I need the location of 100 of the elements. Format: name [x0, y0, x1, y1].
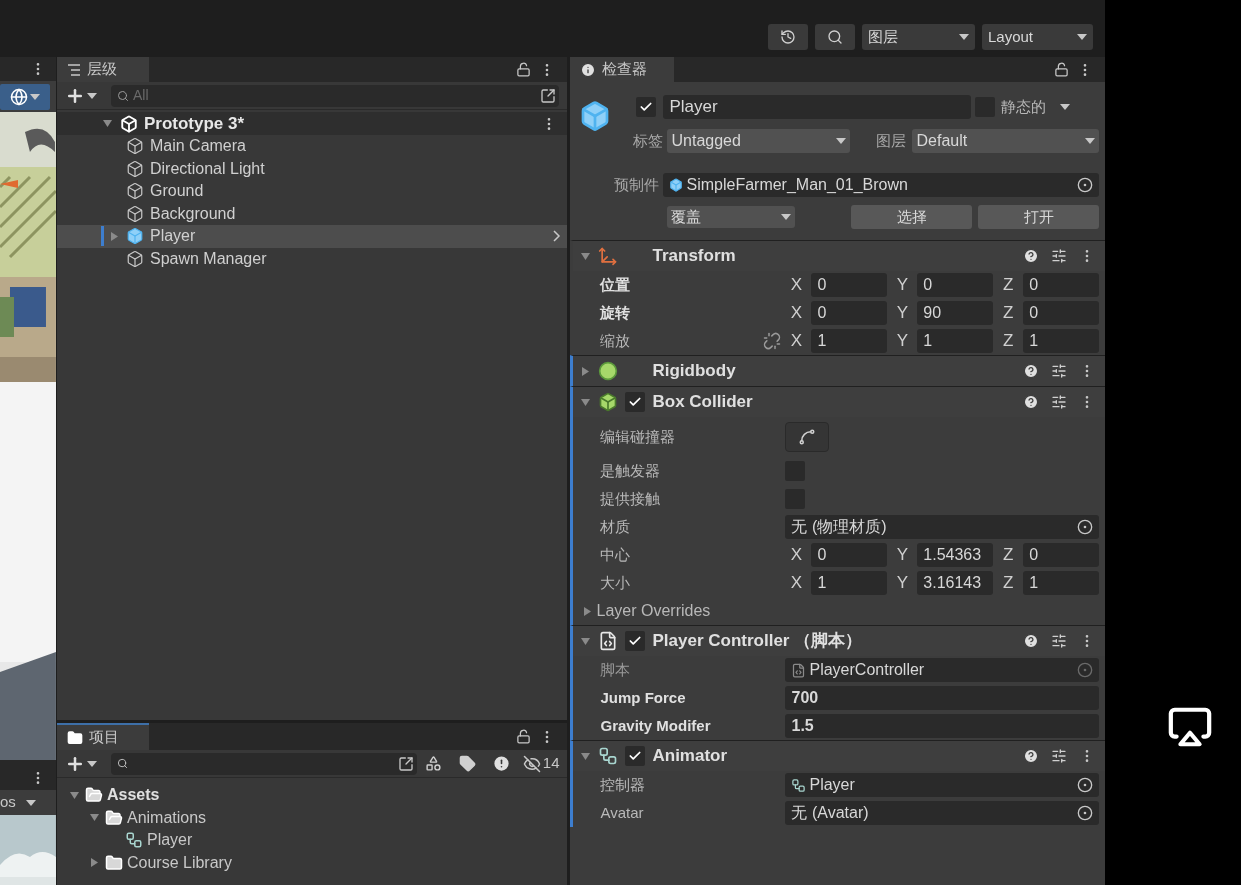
edit-collider-button[interactable]	[785, 422, 830, 452]
project-item[interactable]: Animations	[56, 806, 568, 829]
hierarchy-item[interactable]: Main Camera	[56, 135, 568, 158]
open-folder-icon	[84, 786, 103, 805]
name-field[interactable]: Player	[663, 95, 971, 119]
presets-icon[interactable]	[1051, 394, 1067, 410]
static-dropdown[interactable]: 静态的	[1001, 95, 1099, 119]
property-label: 旋转	[600, 302, 632, 323]
project-item[interactable]: Course Library	[56, 851, 568, 874]
disclosure-triangle-icon[interactable]	[90, 858, 100, 868]
layer-dropdown[interactable]: Default	[912, 129, 1099, 153]
search-button[interactable]	[815, 24, 855, 50]
number-field[interactable]: 0	[1023, 273, 1099, 297]
disclosure-triangle-icon[interactable]	[70, 790, 80, 800]
object-picker-icon[interactable]	[1077, 777, 1093, 793]
component-title[interactable]: Transform	[652, 243, 736, 269]
object-field[interactable]: 无 (Avatar)	[785, 801, 1099, 825]
active-checkbox[interactable]	[636, 97, 657, 117]
hierarchy-item[interactable]: Background	[56, 202, 568, 225]
project-item[interactable]: Assets	[56, 784, 568, 807]
open-button[interactable]: 打开	[978, 205, 1099, 229]
help-icon[interactable]	[1023, 363, 1039, 379]
project-tab[interactable]: 项目	[56, 723, 149, 750]
number-field[interactable]: 1	[811, 329, 888, 353]
lock-icon[interactable]	[516, 729, 532, 744]
overrides-dropdown[interactable]: 覆盖	[667, 206, 796, 228]
object-picker-icon[interactable]	[1077, 519, 1093, 535]
layers-dropdown[interactable]: 图层	[862, 24, 975, 50]
number-field[interactable]: 1.5	[785, 714, 1099, 738]
object-field[interactable]: Player	[785, 773, 1099, 797]
disclosure-triangle-icon[interactable]	[581, 751, 591, 761]
number-field[interactable]: 1	[1023, 571, 1099, 595]
number-field[interactable]: 0	[811, 273, 888, 297]
help-icon[interactable]	[1023, 633, 1039, 649]
hierarchy-item[interactable]: Directional Light	[56, 157, 568, 180]
foldout-label[interactable]: Layer Overrides	[596, 599, 711, 623]
component-title[interactable]: Player Controller （脚本）	[652, 628, 863, 654]
select-button[interactable]: 选择	[851, 205, 973, 229]
disclosure-triangle-icon[interactable]	[90, 813, 100, 823]
hierarchy-item[interactable]: Player	[56, 225, 568, 248]
object-picker-icon[interactable]	[1077, 177, 1093, 193]
axis-label: X	[789, 544, 804, 567]
hierarchy-tab[interactable]: 层级	[56, 57, 149, 82]
number-field[interactable]: 1.54363	[917, 543, 994, 567]
component-title[interactable]: Box Collider	[652, 389, 753, 415]
number-field[interactable]: 3.16143	[917, 571, 994, 595]
history-button[interactable]	[768, 24, 808, 50]
number-field[interactable]: 1	[917, 329, 994, 353]
component-title[interactable]: Rigidbody	[652, 358, 736, 384]
number-field[interactable]: 0	[917, 273, 994, 297]
object-field[interactable]: 无 (物理材质)	[785, 515, 1099, 539]
number-field[interactable]: 0	[1023, 543, 1099, 567]
hidden-packages-button[interactable]: 14	[518, 752, 564, 775]
lock-icon[interactable]	[516, 62, 532, 77]
lock-icon[interactable]	[1054, 62, 1069, 77]
gizmo-button[interactable]	[0, 83, 50, 110]
unlink-icon[interactable]	[763, 332, 782, 350]
property-label: 编辑碰撞器	[600, 426, 677, 447]
rigidbody-ball-icon	[598, 361, 619, 381]
enable-checkbox[interactable]	[625, 631, 646, 651]
disclosure-triangle-icon[interactable]	[581, 397, 591, 407]
axis-label: X	[789, 572, 804, 595]
caret-icon	[781, 214, 792, 220]
disclosure-triangle-icon[interactable]	[581, 251, 591, 261]
presets-icon[interactable]	[1051, 748, 1067, 764]
eye-off-icon	[522, 754, 541, 773]
number-field[interactable]: 0	[811, 301, 888, 325]
disclosure-triangle-icon[interactable]	[581, 636, 591, 646]
layout-dropdown[interactable]: Layout	[982, 24, 1093, 50]
number-field[interactable]: 0	[811, 543, 888, 567]
scene-search-icon[interactable]	[397, 755, 414, 772]
animator-controller-icon	[791, 777, 807, 793]
help-icon[interactable]	[1023, 394, 1039, 410]
disclosure-triangle-icon[interactable]	[581, 366, 591, 376]
number-field[interactable]: 0	[1023, 301, 1099, 325]
presets-icon[interactable]	[1051, 633, 1067, 649]
hierarchy-item[interactable]: Ground	[56, 180, 568, 203]
inspector-tab[interactable]: 检查器	[570, 57, 675, 82]
disclosure-triangle-icon[interactable]	[583, 606, 593, 616]
presets-icon[interactable]	[1051, 248, 1067, 264]
object-picker-icon[interactable]	[1077, 805, 1093, 821]
search-field[interactable]	[110, 752, 417, 775]
number-field[interactable]: 1	[811, 571, 888, 595]
component-title[interactable]: Animator	[652, 743, 728, 769]
property-label: 提供接触	[600, 488, 662, 509]
disclosure-triangle-icon[interactable]	[102, 119, 112, 128]
number-field[interactable]: 700	[785, 686, 1099, 710]
prefab-field[interactable]: SimpleFarmer_Man_01_Brown	[663, 173, 1099, 197]
help-icon[interactable]	[1023, 248, 1039, 264]
number-field[interactable]: 90	[917, 301, 994, 325]
enable-checkbox[interactable]	[625, 392, 646, 412]
hierarchy-item[interactable]: Spawn Manager	[56, 247, 568, 270]
number-field[interactable]: 1	[1023, 329, 1099, 353]
tag-dropdown[interactable]: Untagged	[667, 129, 851, 153]
presets-icon[interactable]	[1051, 363, 1067, 379]
scene-search-icon[interactable]	[540, 87, 557, 104]
help-icon[interactable]	[1023, 748, 1039, 764]
project-item[interactable]: Player	[56, 829, 568, 852]
disclosure-triangle-icon[interactable]	[110, 231, 120, 241]
enable-checkbox[interactable]	[625, 746, 646, 766]
